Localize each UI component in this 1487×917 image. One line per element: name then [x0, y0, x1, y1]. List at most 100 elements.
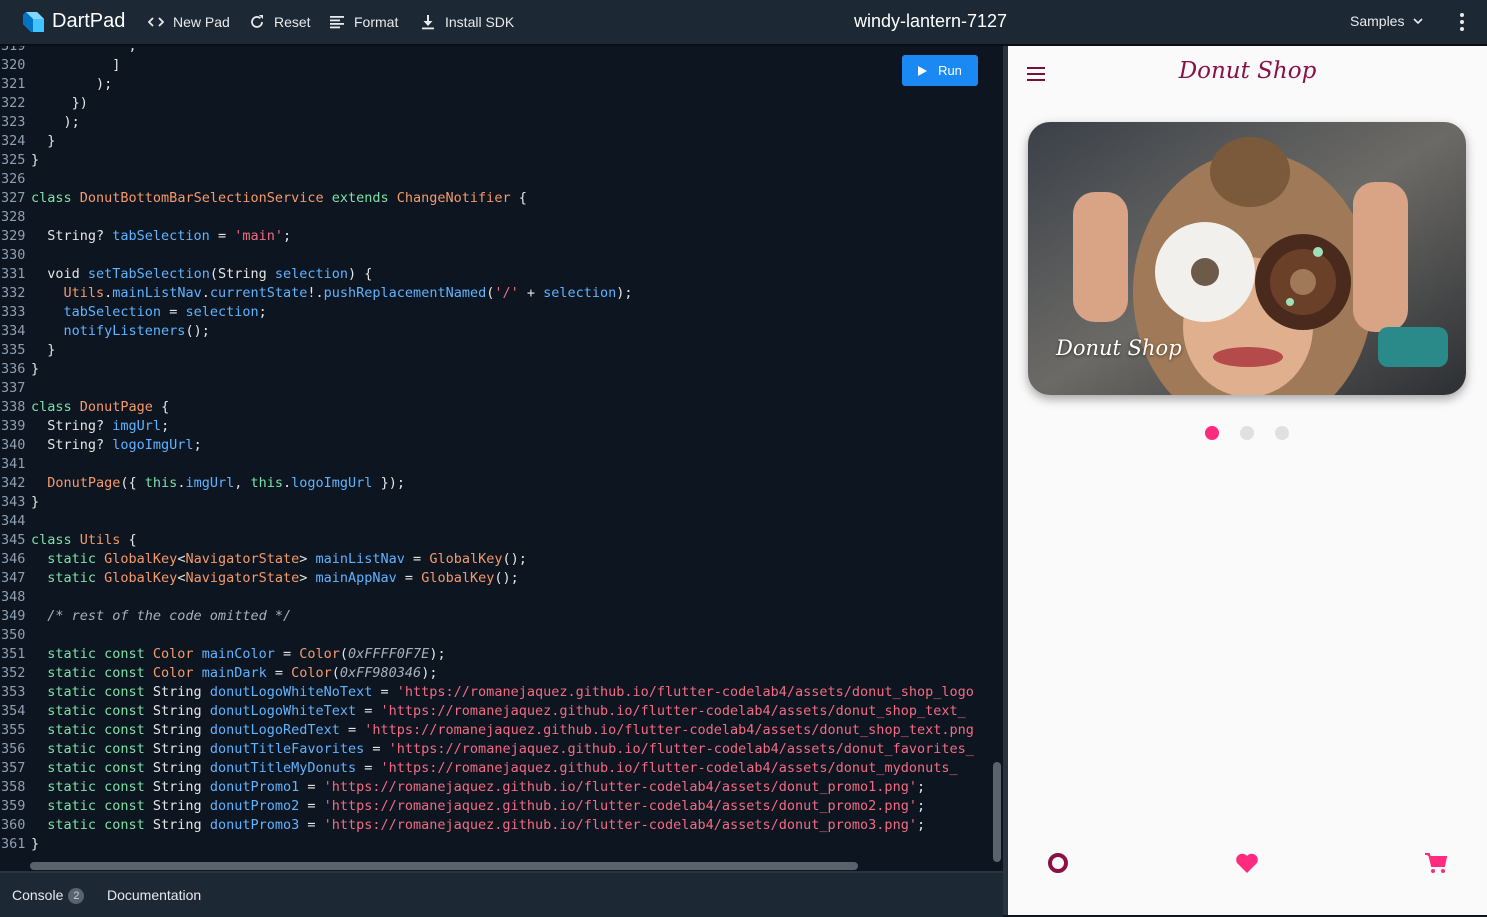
- line-number: 348: [1, 589, 26, 605]
- code-text: String? logoImgUrl;: [31, 437, 202, 453]
- line-number: 341: [1, 456, 26, 472]
- code-text: static GlobalKey<NavigatorState> mainApp…: [31, 570, 519, 586]
- line-number: 349: [1, 608, 26, 624]
- code-line[interactable]: 336}: [0, 360, 39, 379]
- code-line[interactable]: 323 );: [0, 113, 80, 132]
- line-number: 359: [1, 798, 26, 814]
- code-line[interactable]: 320 ]: [0, 56, 120, 75]
- line-number: 356: [1, 741, 26, 757]
- line-number: 352: [1, 665, 26, 681]
- reset-button[interactable]: Reset: [248, 12, 311, 32]
- code-line[interactable]: 342 DonutPage({ this.imgUrl, this.logoIm…: [0, 474, 405, 493]
- code-text: static const String donutLogoWhiteText =…: [31, 703, 966, 719]
- line-number: 329: [1, 228, 26, 244]
- chevron-down-icon: [1413, 18, 1424, 25]
- code-line[interactable]: 359 static const String donutPromo2 = 'h…: [0, 797, 925, 816]
- code-text: class DonutPage {: [31, 399, 170, 415]
- samples-label: Samples: [1350, 13, 1405, 29]
- code-line[interactable]: 339 String? imgUrl;: [0, 417, 169, 436]
- line-number: 337: [1, 380, 26, 396]
- code-line[interactable]: 353 static const String donutLogoWhiteNo…: [0, 683, 974, 702]
- new-pad-button[interactable]: New Pad: [147, 12, 230, 32]
- code-line[interactable]: 337: [0, 379, 31, 398]
- install-sdk-label: Install SDK: [445, 14, 515, 30]
- code-text: ,: [31, 46, 137, 54]
- code-line[interactable]: 332 Utils.mainListNav.currentState!.push…: [0, 284, 633, 303]
- carousel-dot[interactable]: [1275, 426, 1289, 440]
- code-line[interactable]: 346 static GlobalKey<NavigatorState> mai…: [0, 550, 527, 569]
- line-number: 344: [1, 513, 26, 529]
- code-line[interactable]: 326: [0, 170, 31, 189]
- new-pad-label: New Pad: [173, 14, 230, 30]
- code-line[interactable]: 355 static const String donutLogoRedText…: [0, 721, 974, 740]
- line-number: 357: [1, 760, 26, 776]
- code-line[interactable]: 360 static const String donutPromo3 = 'h…: [0, 816, 925, 835]
- line-number: 333: [1, 304, 26, 320]
- code-line[interactable]: 357 static const String donutTitleMyDonu…: [0, 759, 958, 778]
- app-name: DartPad: [52, 10, 126, 32]
- code-line[interactable]: 322 }): [0, 94, 88, 113]
- code-line[interactable]: 356 static const String donutTitleFavori…: [0, 740, 974, 759]
- code-line[interactable]: 329 String? tabSelection = 'main';: [0, 227, 291, 246]
- code-line[interactable]: 343}: [0, 493, 39, 512]
- code-line[interactable]: 334 notifyListeners();: [0, 322, 210, 341]
- nav-heart-icon[interactable]: [1235, 852, 1259, 879]
- code-line[interactable]: 324 }: [0, 132, 55, 151]
- code-line[interactable]: 321 );: [0, 75, 112, 94]
- code-editor[interactable]: 319 , 320 ] 321 ); 322 }) 323 ); 324 } 325} 326…: [0, 46, 1003, 871]
- carousel-dot[interactable]: [1240, 426, 1254, 440]
- code-text: static const Color mainColor = Color(0xF…: [31, 646, 446, 662]
- code-line[interactable]: 358 static const String donutPromo1 = 'h…: [0, 778, 925, 797]
- code-line[interactable]: 354 static const String donutLogoWhiteTe…: [0, 702, 966, 721]
- code-line[interactable]: 319 ,: [0, 46, 137, 56]
- format-button[interactable]: Format: [328, 12, 398, 32]
- code-line[interactable]: 327 class DonutBottomBarSelectionService …: [0, 189, 527, 208]
- code-line[interactable]: 352 static const Color mainDark = Color(…: [0, 664, 437, 683]
- code-line[interactable]: 350: [0, 626, 31, 645]
- code-line[interactable]: 344: [0, 512, 31, 531]
- code-line[interactable]: 333 tabSelection = selection;: [0, 303, 267, 322]
- console-tab[interactable]: Console 2: [12, 887, 85, 904]
- run-button[interactable]: Run: [902, 55, 978, 86]
- code-line[interactable]: 325}: [0, 151, 39, 170]
- code-text: tabSelection = selection;: [63, 304, 267, 320]
- code-text: static const String donutPromo2 = 'https…: [31, 798, 926, 814]
- code-text: String? imgUrl;: [31, 418, 170, 434]
- code-line[interactable]: 349 /* rest of the code omitted */: [0, 607, 291, 626]
- code-line[interactable]: 330: [0, 246, 31, 265]
- more-options-icon[interactable]: [1452, 11, 1472, 33]
- nav-donut-icon[interactable]: [1047, 852, 1069, 879]
- line-number: 321: [1, 76, 26, 92]
- code-line[interactable]: 335 }: [0, 341, 55, 360]
- horizontal-scrollbar[interactable]: [30, 862, 858, 870]
- code-line[interactable]: 341: [0, 455, 31, 474]
- code-text: String? tabSelection = 'main';: [31, 228, 292, 244]
- code-text: }: [31, 342, 56, 358]
- code-line[interactable]: 328: [0, 208, 31, 227]
- nav-cart-icon[interactable]: [1424, 852, 1448, 879]
- line-number: 324: [1, 133, 26, 149]
- line-number: 361: [1, 836, 26, 852]
- documentation-tab[interactable]: Documentation: [107, 887, 201, 903]
- install-sdk-button[interactable]: Install SDK: [419, 12, 514, 32]
- code-line[interactable]: 351 static const Color mainColor = Color…: [0, 645, 446, 664]
- pad-title[interactable]: windy-lantern-7127: [854, 11, 1007, 31]
- top-toolbar: DartPad New Pad Reset Format Install SDK…: [0, 0, 1487, 44]
- code-line[interactable]: 331 void setTabSelection(String selectio…: [0, 265, 372, 284]
- line-number: 358: [1, 779, 26, 795]
- promo-card[interactable]: Donut Shop: [1028, 122, 1466, 395]
- code-line[interactable]: 347 static GlobalKey<NavigatorState> mai…: [0, 569, 519, 588]
- code-line[interactable]: 345 class Utils {: [0, 531, 137, 550]
- code-line[interactable]: 340 String? logoImgUrl;: [0, 436, 202, 455]
- code-line[interactable]: 348: [0, 588, 31, 607]
- samples-dropdown[interactable]: Samples: [1350, 13, 1424, 29]
- vertical-scrollbar[interactable]: [993, 762, 1001, 862]
- code-text: static const String donutPromo3 = 'https…: [31, 817, 926, 833]
- code-line[interactable]: 338 class DonutPage {: [0, 398, 169, 417]
- code-line[interactable]: 361}: [0, 835, 39, 854]
- code-text: class Utils {: [31, 532, 137, 548]
- carousel-dot[interactable]: [1205, 426, 1219, 440]
- line-number: 345: [1, 532, 26, 548]
- line-number: 354: [1, 703, 26, 719]
- code-text: }): [31, 95, 88, 111]
